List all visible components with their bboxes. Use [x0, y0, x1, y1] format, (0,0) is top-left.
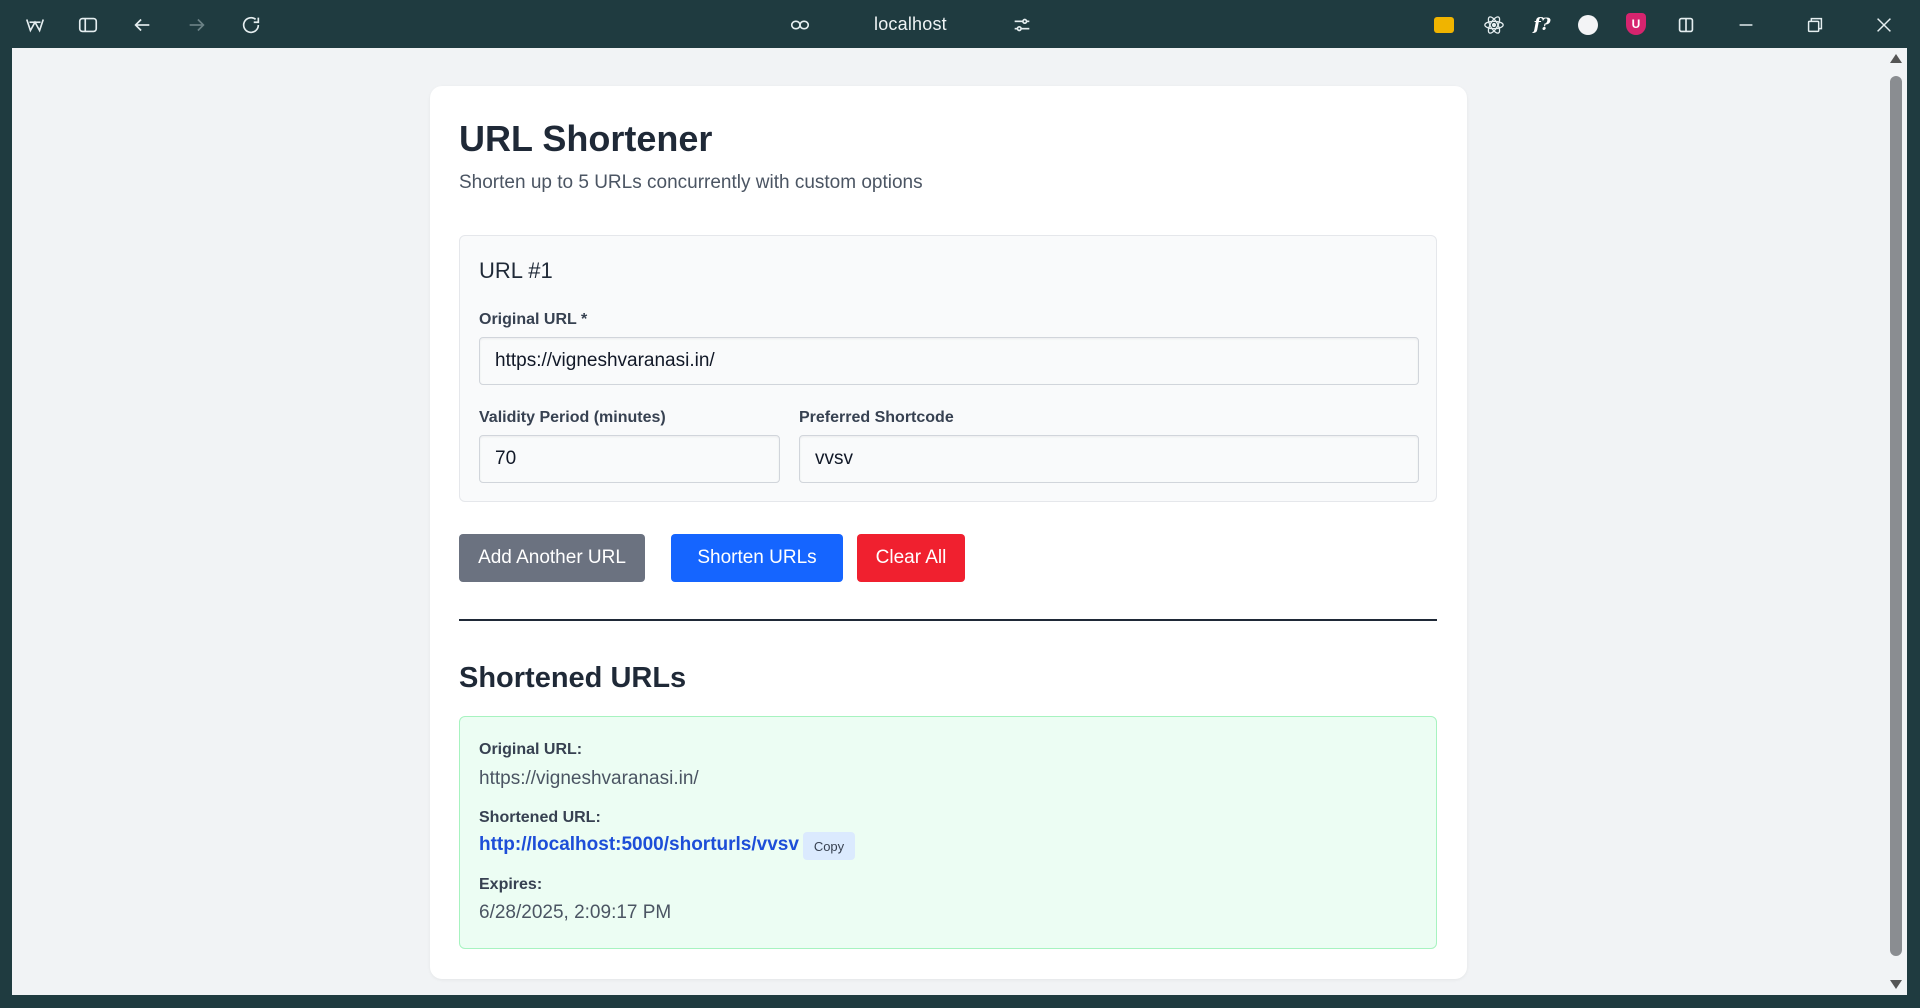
original-url-label: Original URL * — [479, 311, 588, 328]
back-icon[interactable] — [127, 10, 157, 40]
shortcode-label: Preferred Shortcode — [799, 409, 954, 426]
restore-icon[interactable] — [1800, 10, 1830, 40]
url-entry-heading: URL #1 — [479, 258, 553, 283]
close-icon[interactable] — [1869, 10, 1899, 40]
results-heading: Shortened URLs — [459, 662, 687, 694]
extension-folder-icon[interactable] — [1434, 17, 1454, 33]
scroll-thumb[interactable] — [1890, 76, 1902, 956]
url-entry-card: URL #1 Original URL * Validity Period (m… — [459, 235, 1437, 502]
reload-icon[interactable] — [236, 10, 266, 40]
shorten-urls-button[interactable]: Shorten URLs — [671, 534, 843, 582]
add-another-url-button[interactable]: Add Another URL — [459, 534, 645, 582]
validity-input[interactable] — [479, 435, 780, 483]
site-settings-icon[interactable] — [1007, 10, 1037, 40]
shortener-card: URL Shortener Shorten up to 5 URLs concu… — [430, 86, 1467, 979]
scroll-down-arrow-icon[interactable] — [1890, 980, 1902, 989]
minimize-icon[interactable] — [1731, 10, 1761, 40]
copy-button[interactable]: Copy — [803, 832, 855, 860]
page-subtitle: Shorten up to 5 URLs concurrently with c… — [459, 172, 923, 193]
short-url-link[interactable]: http://localhost:5000/shorturls/vvsv — [479, 834, 799, 856]
clear-all-button[interactable]: Clear All — [857, 534, 965, 582]
result-expires-value: 6/28/2025, 2:09:17 PM — [479, 902, 672, 923]
browser-toolbar: localhost f? U — [0, 0, 1920, 49]
result-card: Original URL: https://vigneshvaranasi.in… — [459, 716, 1437, 949]
forward-icon[interactable] — [182, 10, 212, 40]
section-divider — [459, 619, 1437, 621]
extension-circle-icon[interactable] — [1578, 15, 1598, 35]
scroll-up-arrow-icon[interactable] — [1890, 54, 1902, 63]
page-viewport: URL Shortener Shorten up to 5 URLs concu… — [12, 48, 1885, 995]
sidebar-toggle-icon[interactable] — [73, 10, 103, 40]
result-original-value: https://vigneshvaranasi.in/ — [479, 768, 699, 789]
app-logo-icon[interactable] — [20, 10, 50, 40]
font-identifier-icon[interactable]: f? — [1530, 13, 1554, 37]
shortcode-input[interactable] — [799, 435, 1419, 483]
vertical-scrollbar[interactable] — [1885, 48, 1907, 995]
link-icon[interactable] — [785, 10, 815, 40]
address-bar-text[interactable]: localhost — [874, 14, 947, 35]
result-short-label: Shortened URL: — [479, 809, 601, 826]
validity-label: Validity Period (minutes) — [479, 409, 666, 426]
original-url-input[interactable] — [479, 337, 1419, 385]
split-view-icon[interactable] — [1671, 10, 1701, 40]
react-devtools-icon[interactable] — [1479, 10, 1509, 40]
result-expires-label: Expires: — [479, 876, 543, 893]
page-title: URL Shortener — [459, 118, 713, 159]
ublock-icon[interactable]: U — [1626, 13, 1646, 35]
result-original-label: Original URL: — [479, 741, 583, 758]
